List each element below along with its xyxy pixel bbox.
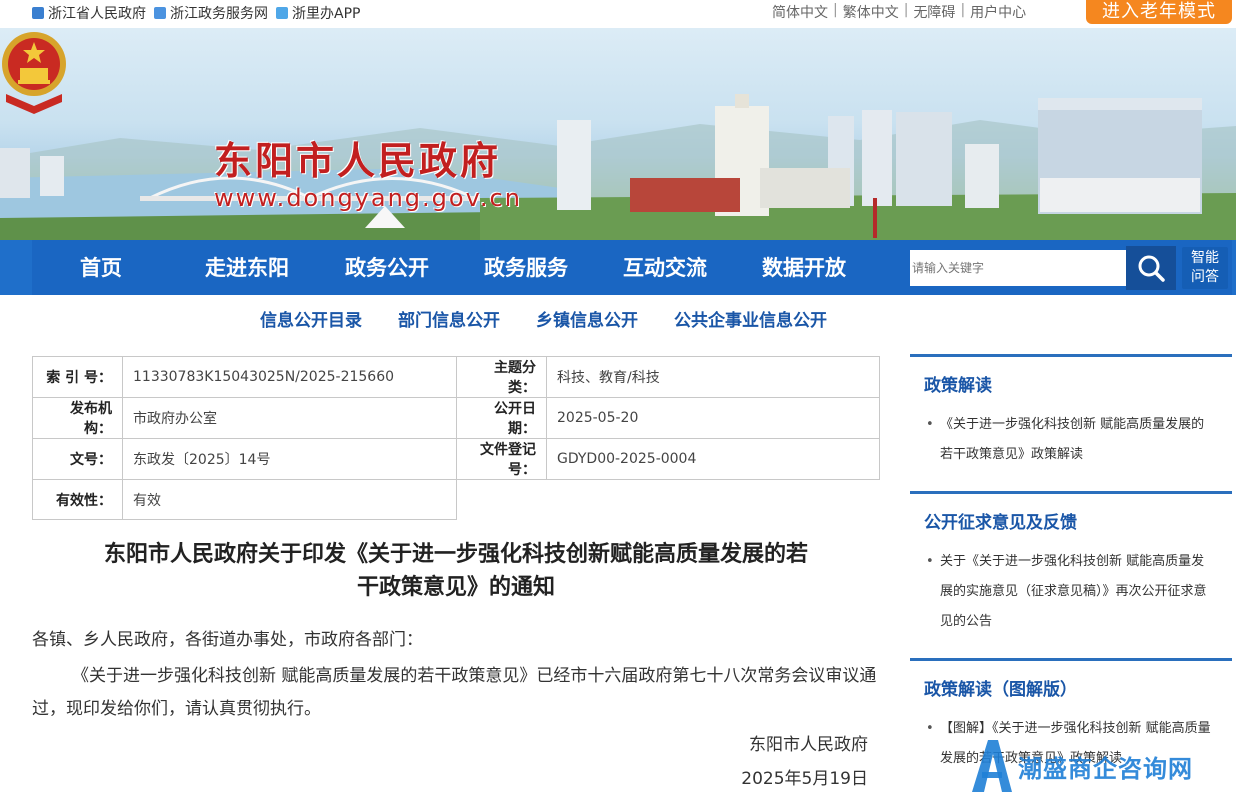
lang-simplified[interactable]: 简体中文 — [772, 2, 828, 22]
language-links: 简体中文 | 繁体中文 | 无障碍 | 用户中心 — [772, 2, 1026, 22]
nav-items: 首页 走进东阳 政务公开 政务服务 互动交流 数据开放 — [64, 240, 849, 295]
nav-gov-services[interactable]: 政务服务 — [481, 240, 571, 295]
valid-value: 有效 — [122, 479, 457, 520]
nav-open-data[interactable]: 数据开放 — [759, 240, 849, 295]
top-bar: 浙江省人民政府 浙江政务服务网 浙里办APP 简体中文 | 繁体中文 | 无障碍 | … — [0, 0, 1236, 24]
city-skyline-image — [0, 94, 1236, 240]
zhejiang-emblem-icon — [32, 7, 44, 19]
watermark: 潮盛商企咨询网 — [968, 738, 1193, 794]
elder-mode-button[interactable]: 进入老年模式 — [1086, 0, 1232, 24]
document-meta-table: 索 引 号： 11330783K15043025N/2025-215660 主题… — [32, 356, 880, 520]
date-label: 公开日期： — [456, 397, 547, 439]
article-body: 《关于进一步强化科技创新 赋能高质量发展的若干政策意见》已经市十六届政府第七十八… — [32, 666, 877, 719]
link-zhejiang-gov-label: 浙江省人民政府 — [48, 6, 146, 22]
subnav-catalog[interactable]: 信息公开目录 — [260, 306, 362, 331]
date-value: 2025-05-20 — [546, 397, 880, 439]
header-banner: 东阳市人民政府 www.dongyang.gov.cn — [0, 28, 1236, 240]
watermark-logo-icon — [972, 740, 1012, 792]
divider: | — [960, 2, 966, 18]
subnav-department[interactable]: 部门信息公开 — [398, 306, 500, 331]
nav-home[interactable]: 首页 — [64, 240, 138, 295]
divider: | — [833, 2, 838, 18]
article-title-line1: 东阳市人民政府关于印发《关于进一步强化科技创新赋能高质量发展的若 — [103, 542, 808, 567]
sidebar-list: 关于《关于进一步强化科技创新 赋能高质量发展的实施意见（征求意见稿）》再次公开征… — [926, 547, 1232, 637]
link-zhejiang-service[interactable]: 浙江政务服务网 — [154, 3, 268, 23]
link-zheliban-app[interactable]: 浙里办APP — [276, 3, 360, 23]
link-zheliban-app-label: 浙里办APP — [292, 6, 361, 22]
article-signature: 东阳市人民政府 — [749, 735, 868, 755]
divider: | — [903, 2, 909, 18]
watermark-text: 潮盛商企咨询网 — [1018, 754, 1193, 783]
subnav-public-enterprise[interactable]: 公共企事业信息公开 — [674, 306, 827, 331]
user-center-link[interactable]: 用户中心 — [970, 2, 1026, 22]
list-item[interactable]: 关于《关于进一步强化科技创新 赋能高质量发展的实施意见（征求意见稿）》再次公开征… — [926, 547, 1216, 637]
article-title: 东阳市人民政府关于印发《关于进一步强化科技创新赋能高质量发展的若 干政策意见》的… — [40, 538, 872, 604]
search-button[interactable] — [1126, 246, 1176, 290]
org-label: 发布机构： — [32, 397, 123, 439]
sidebar-section-title[interactable]: 政策解读 — [924, 371, 1232, 396]
nav-gov-affairs[interactable]: 政务公开 — [342, 240, 432, 295]
article-title-line2: 干政策意见》的通知 — [356, 575, 555, 600]
reg-label: 文件登记号： — [456, 438, 547, 480]
lang-traditional[interactable]: 繁体中文 — [843, 2, 899, 22]
national-emblem-icon — [2, 32, 66, 114]
table-row: 有效性： 有效 — [32, 479, 880, 520]
ai-qa-label-2: 问答 — [1191, 269, 1219, 285]
search-input[interactable] — [910, 250, 1126, 286]
index-value: 11330783K15043025N/2025-215660 — [122, 356, 457, 398]
list-item[interactable]: 《关于进一步强化科技创新 赋能高质量发展的若干政策意见》政策解读 — [926, 410, 1216, 470]
ai-qa-label-1: 智能 — [1191, 250, 1219, 266]
sidebar-list: 《关于进一步强化科技创新 赋能高质量发展的若干政策意见》政策解读 — [926, 410, 1232, 470]
empty-cell — [457, 480, 880, 520]
sidebar-public-consultation: 公开征求意见及反馈 关于《关于进一步强化科技创新 赋能高质量发展的实施意见（征求… — [910, 491, 1232, 651]
sub-nav: 信息公开目录 部门信息公开 乡镇信息公开 公共企事业信息公开 — [260, 306, 863, 331]
topic-value: 科技、教育/科技 — [546, 356, 880, 398]
subnav-township[interactable]: 乡镇信息公开 — [536, 306, 638, 331]
article-date: 2025年5月19日 — [741, 769, 868, 789]
search-icon — [1138, 255, 1165, 282]
accessibility-link[interactable]: 无障碍 — [913, 2, 955, 22]
sidebar-policy-interpretation: 政策解读 《关于进一步强化科技创新 赋能高质量发展的若干政策意见》政策解读 — [910, 354, 1232, 484]
index-label: 索 引 号： — [32, 356, 123, 398]
app-icon — [276, 7, 288, 19]
article-salutation: 各镇、乡人民政府，各街道办事处，市政府各部门： — [32, 630, 423, 650]
site-title: 东阳市人民政府 — [214, 138, 502, 183]
site-url: www.dongyang.gov.cn — [214, 184, 522, 212]
topic-label: 主题分类： — [456, 356, 547, 398]
org-value: 市政府办公室 — [122, 397, 457, 439]
table-row: 发布机构： 市政府办公室 公开日期： 2025-05-20 — [32, 397, 880, 439]
service-icon — [154, 7, 166, 19]
link-zhejiang-gov[interactable]: 浙江省人民政府 — [32, 3, 146, 23]
docno-label: 文号： — [32, 438, 123, 480]
docno-value: 东政发〔2025〕14号 — [122, 438, 457, 480]
table-row: 索 引 号： 11330783K15043025N/2025-215660 主题… — [32, 356, 880, 398]
link-zhejiang-service-label: 浙江政务服务网 — [170, 6, 268, 22]
nav-about-dongyang[interactable]: 走进东阳 — [202, 240, 292, 295]
nav-interaction[interactable]: 互动交流 — [620, 240, 710, 295]
top-links: 浙江省人民政府 浙江政务服务网 浙里办APP — [32, 3, 368, 23]
ai-qa-button[interactable]: 智能 问答 — [1182, 247, 1228, 289]
sidebar-section-title[interactable]: 公开征求意见及反馈 — [924, 508, 1232, 533]
valid-label: 有效性： — [32, 479, 123, 520]
sidebar-section-title[interactable]: 政策解读（图解版） — [924, 675, 1232, 700]
table-row: 文号： 东政发〔2025〕14号 文件登记号： GDYD00-2025-0004 — [32, 438, 880, 480]
reg-value: GDYD00-2025-0004 — [546, 438, 880, 480]
